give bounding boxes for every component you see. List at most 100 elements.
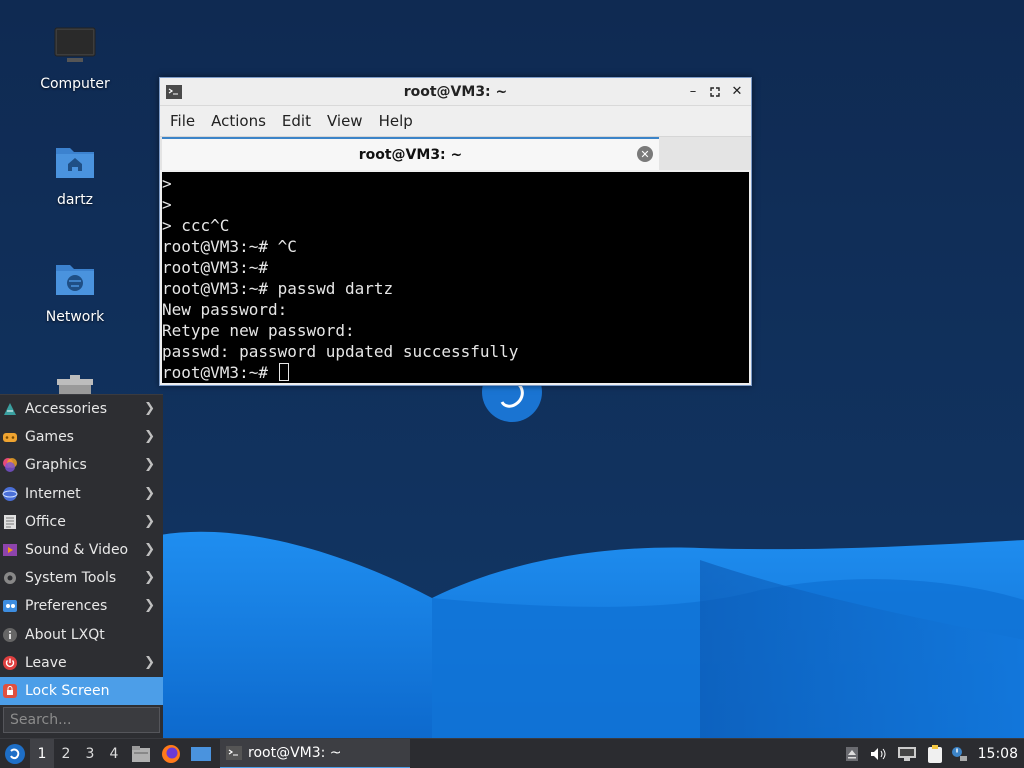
accessories-icon xyxy=(2,401,18,417)
menu-edit[interactable]: Edit xyxy=(274,108,319,134)
menu-item-label: Graphics xyxy=(25,457,87,474)
terminal-prompt: root@VM3:~# xyxy=(162,363,278,382)
system-tray: 15:08 xyxy=(840,739,1024,768)
chevron-right-icon: ❯ xyxy=(144,457,155,473)
terminal-window[interactable]: root@VM3: ~ – ✕ File Actions Edit View H… xyxy=(159,77,752,386)
terminal-prompt-line: root@VM3:~# xyxy=(162,362,749,383)
menu-item-system-tools[interactable]: System Tools ❯ xyxy=(0,564,163,592)
chevron-right-icon: ❯ xyxy=(144,541,155,557)
clock[interactable]: 15:08 xyxy=(978,746,1018,762)
window-titlebar[interactable]: root@VM3: ~ – ✕ xyxy=(160,78,751,106)
menu-item-graphics[interactable]: Graphics ❯ xyxy=(0,451,163,479)
tab-close-icon[interactable]: ✕ xyxy=(637,146,653,162)
tray-expand-button[interactable] xyxy=(840,739,864,768)
menu-item-label: Games xyxy=(25,429,74,446)
sound-video-icon xyxy=(2,542,18,558)
menu-file[interactable]: File xyxy=(162,108,203,134)
menu-item-accessories[interactable]: Accessories ❯ xyxy=(0,395,163,423)
volume-icon xyxy=(870,747,886,760)
menu-item-internet[interactable]: Internet ❯ xyxy=(0,480,163,508)
terminal-line: root@VM3:~# ^C xyxy=(162,237,297,256)
menu-item-label: Accessories xyxy=(25,401,108,418)
info-icon xyxy=(2,627,18,643)
updates-button[interactable] xyxy=(948,739,970,768)
terminal-line: root@VM3:~# xyxy=(162,258,268,277)
update-notifier-icon xyxy=(951,746,967,761)
desktop-icon xyxy=(191,746,211,761)
network-status-button[interactable] xyxy=(892,739,922,768)
main-menu-button[interactable] xyxy=(0,739,30,768)
terminal-line: New password: xyxy=(162,300,288,319)
desktop-icon-network[interactable]: Network xyxy=(25,255,125,325)
show-desktop-button[interactable] xyxy=(186,739,216,768)
chevron-right-icon: ❯ xyxy=(144,513,155,529)
menu-item-label: System Tools xyxy=(25,570,117,587)
terminal-tab[interactable]: root@VM3: ~ ✕ xyxy=(162,137,659,170)
workspace-3-button[interactable]: 3 xyxy=(78,739,102,768)
menu-item-about-lxqt[interactable]: About LXQt xyxy=(0,621,163,649)
chevron-right-icon: ❯ xyxy=(144,429,155,445)
text-cursor xyxy=(278,363,289,381)
firefox-icon xyxy=(162,744,180,763)
chevron-right-icon: ❯ xyxy=(144,654,155,670)
clipboard-button[interactable] xyxy=(922,739,948,768)
menu-item-sound-video[interactable]: Sound & Video ❯ xyxy=(0,536,163,564)
home-folder-icon xyxy=(51,138,99,186)
volume-button[interactable] xyxy=(864,739,892,768)
application-menu: Accessories ❯ Games ❯ Graphics ❯ Interne… xyxy=(0,394,163,738)
chevron-right-icon: ❯ xyxy=(144,485,155,501)
menu-item-label: Sound & Video xyxy=(25,542,129,559)
games-icon xyxy=(2,429,18,445)
office-icon xyxy=(2,514,18,530)
menu-item-office[interactable]: Office ❯ xyxy=(0,508,163,536)
desktop-icon-label: Computer xyxy=(40,76,110,92)
desktop-icon-label: dartz xyxy=(56,192,94,208)
menu-item-label: Internet xyxy=(25,485,81,502)
menu-search-input[interactable]: Search... xyxy=(3,707,160,733)
menu-item-label: About LXQt xyxy=(25,626,105,643)
menu-view[interactable]: View xyxy=(319,108,371,134)
desktop-icon-computer[interactable]: Computer xyxy=(25,22,125,92)
menu-item-games[interactable]: Games ❯ xyxy=(0,423,163,451)
workspace-4-button[interactable]: 4 xyxy=(102,739,126,768)
menu-item-lock-screen[interactable]: Lock Screen xyxy=(0,676,163,706)
task-label: root@VM3: ~ xyxy=(248,744,342,761)
desktop-icon-dartz[interactable]: dartz xyxy=(25,138,125,208)
chevron-right-icon: ❯ xyxy=(144,570,155,586)
firefox-launcher[interactable] xyxy=(156,739,186,768)
menu-item-label: Office xyxy=(25,513,66,530)
taskbar-task-terminal[interactable]: root@VM3: ~ xyxy=(220,738,410,768)
clipboard-icon xyxy=(927,744,942,763)
menu-item-preferences[interactable]: Preferences ❯ xyxy=(0,592,163,620)
terminal-icon xyxy=(166,84,182,100)
search-placeholder: Search... xyxy=(10,712,72,728)
minimize-button[interactable]: – xyxy=(685,84,701,100)
maximize-icon xyxy=(710,86,720,97)
lxqt-menu-icon xyxy=(5,743,25,764)
terminal-line: root@VM3:~# passwd dartz xyxy=(162,279,394,298)
terminal-output[interactable]: > > > ccc^C root@VM3:~# ^C root@VM3:~# r… xyxy=(162,172,749,383)
file-manager-icon xyxy=(132,745,150,762)
network-icon xyxy=(897,746,916,761)
file-manager-launcher[interactable] xyxy=(126,739,156,768)
terminal-icon xyxy=(226,745,242,761)
menu-actions[interactable]: Actions xyxy=(203,108,274,134)
workspace-1-button[interactable]: 1 xyxy=(30,738,54,768)
menu-item-label: Lock Screen xyxy=(25,682,110,699)
menu-help[interactable]: Help xyxy=(371,108,421,134)
workspace-2-button[interactable]: 2 xyxy=(54,739,78,768)
internet-icon xyxy=(2,486,18,502)
menubar: File Actions Edit View Help xyxy=(160,106,751,136)
menu-item-label: Preferences xyxy=(25,598,108,615)
computer-icon xyxy=(51,22,99,70)
close-button[interactable]: ✕ xyxy=(729,84,745,100)
taskbar: 1 2 3 4 root@VM3: ~ 15:08 xyxy=(0,738,1024,768)
chevron-right-icon: ❯ xyxy=(144,401,155,416)
eject-icon xyxy=(845,746,858,761)
preferences-icon xyxy=(2,598,18,614)
terminal-line: > xyxy=(162,195,172,214)
terminal-line: Retype new password: xyxy=(162,321,355,340)
maximize-button[interactable] xyxy=(707,84,723,100)
menu-item-leave[interactable]: Leave ❯ xyxy=(0,649,163,677)
window-title: root@VM3: ~ xyxy=(403,83,508,100)
